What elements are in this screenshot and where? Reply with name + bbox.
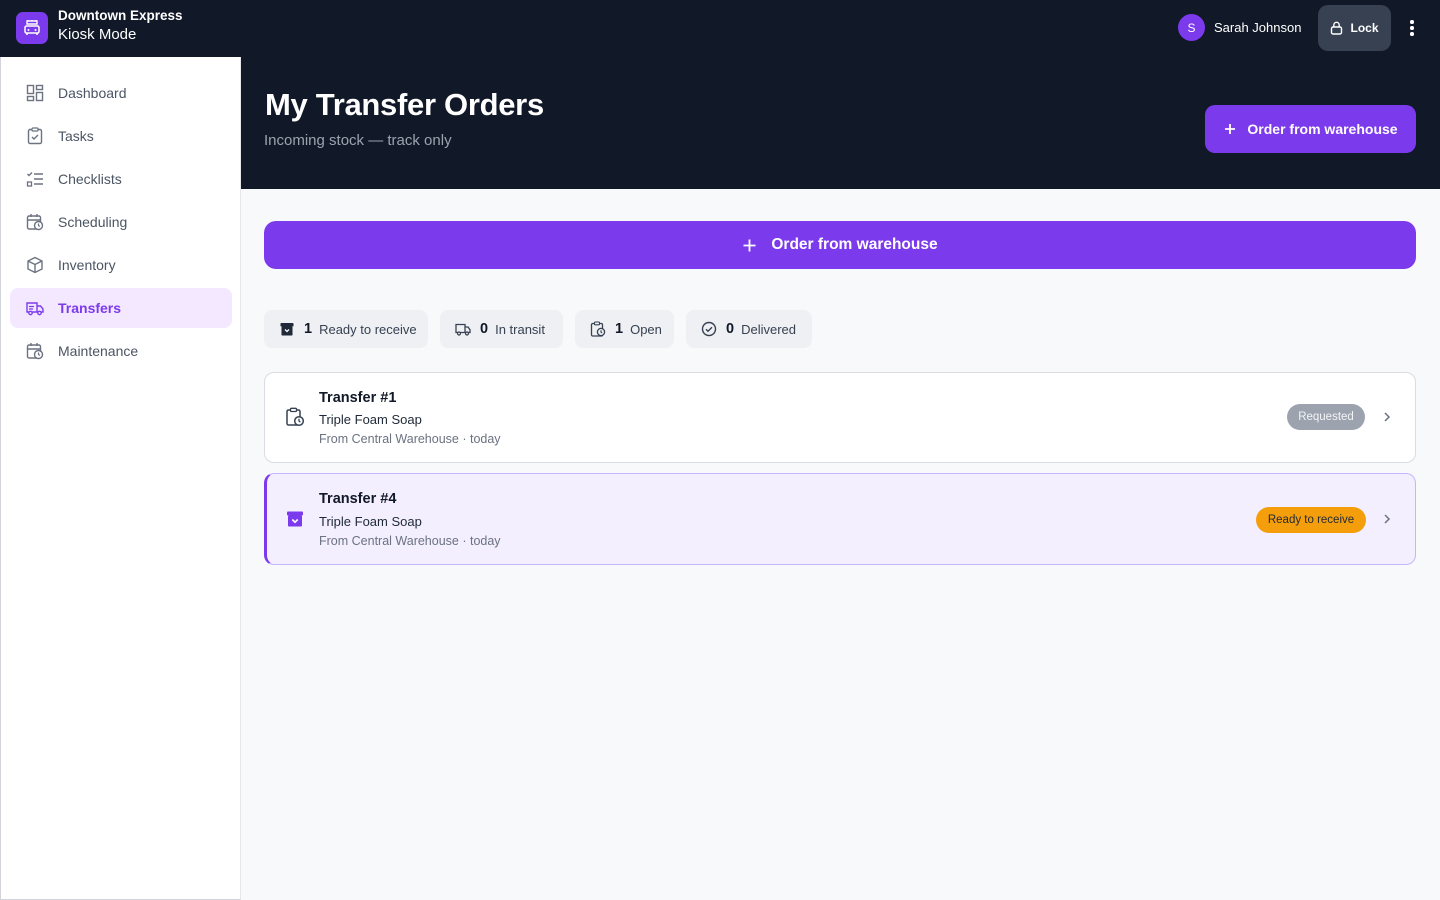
sidebar: Dashboard Tasks Checklists Scheduling In… <box>0 57 241 900</box>
sidebar-item-checklists[interactable]: Checklists <box>10 159 232 199</box>
sidebar-item-label: Tasks <box>58 128 94 144</box>
dashboard-icon <box>26 84 44 102</box>
checklist-icon <box>26 172 43 187</box>
mode-label: Kiosk Mode <box>58 26 137 43</box>
status-badge: Ready to receive <box>1256 507 1366 533</box>
stat-count: 0 <box>726 321 735 337</box>
sidebar-item-label: Inventory <box>58 257 116 273</box>
button-label: Order from warehouse <box>1247 121 1398 137</box>
sidebar-item-label: Scheduling <box>58 214 128 230</box>
plus-icon <box>743 239 756 251</box>
lock-icon <box>1331 21 1343 35</box>
sidebar-item-inventory[interactable]: Inventory <box>10 245 232 285</box>
stat-label: In transit <box>495 321 545 337</box>
check-circle-icon <box>701 321 717 337</box>
user-name[interactable]: Sarah Johnson <box>1214 20 1301 35</box>
brand: Downtown Express Kiosk Mode <box>58 7 183 46</box>
sidebar-item-dashboard[interactable]: Dashboard <box>10 73 232 113</box>
box-icon <box>27 256 43 274</box>
stat-ready-to-receive[interactable]: 1 Ready to receive <box>264 310 428 348</box>
transfer-product: Triple Foam Soap <box>319 412 422 427</box>
transfer-title: Transfer #4 <box>319 491 397 507</box>
user-menu[interactable]: S Sarah Johnson <box>1178 14 1301 41</box>
sidebar-item-maintenance[interactable]: Maintenance <box>10 331 232 371</box>
clipboard-clock-icon <box>590 321 606 337</box>
calendar-clock-icon <box>26 214 44 231</box>
transfer-title: Transfer #1 <box>319 390 397 406</box>
sidebar-item-label: Transfers <box>58 300 122 316</box>
transfer-source: From Central Warehouse · today <box>319 534 501 548</box>
page-title: My Transfer Orders <box>265 87 544 122</box>
sidebar-item-transfers[interactable]: Transfers <box>10 288 232 328</box>
sidebar-item-label: Dashboard <box>58 85 127 101</box>
transfer-card[interactable]: Transfer #1 Triple Foam Soap From Centra… <box>264 372 1416 463</box>
stat-label: Delivered <box>741 321 796 337</box>
page-subtitle: Incoming stock — track only <box>264 132 452 149</box>
transfer-product: Triple Foam Soap <box>319 514 422 529</box>
transfer-card[interactable]: Transfer #4 Triple Foam Soap From Centra… <box>264 473 1416 565</box>
plus-icon <box>1225 124 1236 134</box>
stat-label: Open <box>630 321 662 337</box>
clipboard-check-icon <box>27 127 43 145</box>
sidebar-item-label: Maintenance <box>58 343 139 359</box>
stat-delivered[interactable]: 0 Delivered <box>686 310 812 348</box>
avatar[interactable]: S <box>1178 14 1205 41</box>
sidebar-item-scheduling[interactable]: Scheduling <box>10 202 232 242</box>
status-badge: Requested <box>1287 404 1365 430</box>
stat-in-transit[interactable]: 0 In transit <box>440 310 563 348</box>
clipboard-clock-icon <box>286 407 305 427</box>
truck-icon <box>26 302 44 316</box>
sidebar-item-tasks[interactable]: Tasks <box>10 116 232 156</box>
top-bar: Downtown Express Kiosk Mode S Sarah John… <box>0 0 1440 57</box>
chevron-right-icon[interactable] <box>1381 411 1393 423</box>
sidebar-item-label: Checklists <box>58 171 122 187</box>
truck-icon <box>455 323 471 336</box>
order-from-warehouse-header-button[interactable]: Order from warehouse <box>1205 105 1416 153</box>
more-menu-icon[interactable] <box>1402 16 1422 40</box>
chevron-right-icon[interactable] <box>1381 513 1393 525</box>
order-from-warehouse-button[interactable]: Order from warehouse <box>264 221 1416 269</box>
store-name: Downtown Express <box>58 8 183 23</box>
stat-open[interactable]: 1 Open <box>575 310 674 348</box>
calendar-clock-icon <box>26 343 44 360</box>
archive-box-icon <box>287 511 303 527</box>
stat-count: 1 <box>304 321 313 337</box>
lock-button[interactable]: Lock <box>1318 5 1391 51</box>
button-label: Order from warehouse <box>771 236 938 253</box>
stat-label: Ready to receive <box>319 321 417 337</box>
archive-box-icon <box>280 323 294 336</box>
stat-count: 1 <box>615 321 624 337</box>
lock-label: Lock <box>1350 21 1379 35</box>
page-header: My Transfer Orders Incoming stock — trac… <box>241 57 1440 189</box>
stat-count: 0 <box>480 321 489 337</box>
car-wash-logo-icon <box>16 12 48 44</box>
transfer-source: From Central Warehouse · today <box>319 432 501 446</box>
